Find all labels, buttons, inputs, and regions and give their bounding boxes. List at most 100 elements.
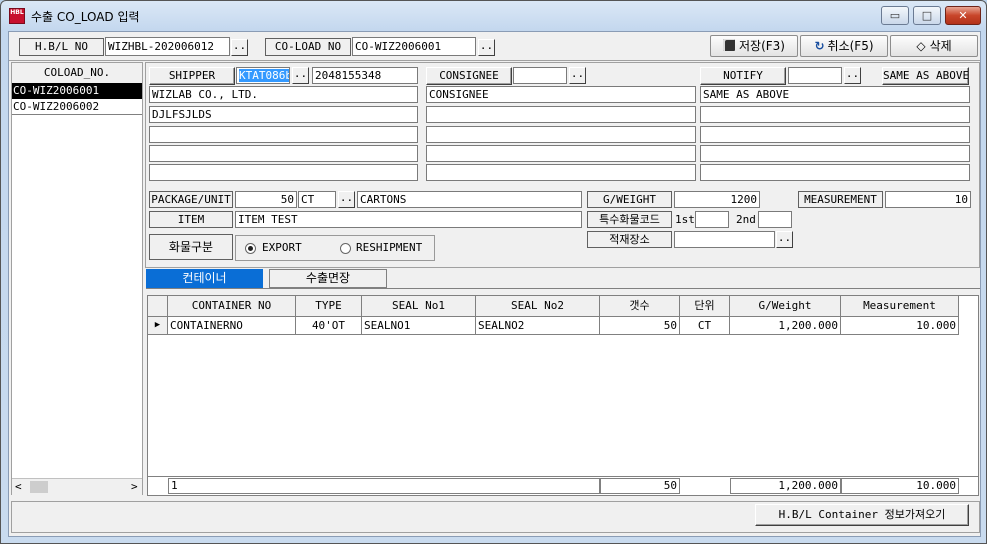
coload-list-item-selected[interactable]: CO-WIZ2006001	[12, 83, 142, 99]
shipper-line-5[interactable]	[149, 164, 418, 181]
delete-button[interactable]: ◇ 삭제	[890, 35, 978, 57]
gweight-label: G/WEIGHT	[587, 191, 672, 208]
col-header-container-no[interactable]: CONTAINER NO	[168, 296, 296, 317]
cell-unit[interactable]: CT	[680, 317, 730, 335]
client-area: H.B/L NO WIZHBL-202006012 .. CO-LOAD NO …	[8, 31, 981, 537]
save-icon	[723, 39, 735, 51]
scroll-right-icon[interactable]: >	[131, 480, 138, 493]
col-header-gweight[interactable]: G/Weight	[730, 296, 841, 317]
export-label: EXPORT	[262, 241, 302, 254]
shipper-search-button[interactable]: ..	[292, 67, 309, 84]
shipper-line-1[interactable]: WIZLAB CO., LTD.	[149, 86, 418, 103]
reshipment-radio[interactable]	[340, 243, 351, 254]
row-marker-icon[interactable]: ▶	[148, 317, 168, 335]
save-label: 저장(F3)	[739, 39, 785, 53]
fetch-hbl-container-button[interactable]: H.B/L Container 정보가져오기	[755, 504, 969, 526]
coload-no-input[interactable]: CO-WIZ2006001	[352, 37, 476, 56]
app-icon: HBL	[9, 8, 25, 24]
cell-measurement[interactable]: 10.000	[841, 317, 959, 335]
consignee-line-2[interactable]	[426, 106, 696, 123]
maximize-button[interactable]: □	[913, 6, 941, 25]
consignee-line-5[interactable]	[426, 164, 696, 181]
special-second-input[interactable]	[758, 211, 792, 228]
coload-search-button[interactable]: ..	[478, 39, 495, 56]
item-input[interactable]: ITEM TEST	[235, 211, 582, 228]
eraser-icon: ◇	[916, 39, 926, 53]
notify-line-1[interactable]: SAME AS ABOVE	[700, 86, 970, 103]
consignee-search-button[interactable]: ..	[569, 67, 586, 84]
cell-qty[interactable]: 50	[600, 317, 680, 335]
cancel-button[interactable]: ↻ 취소(F5)	[800, 35, 888, 57]
cargo-type-label: 화물구분	[149, 234, 233, 260]
col-header-unit[interactable]: 단위	[680, 296, 730, 317]
title-bar[interactable]: HBL 수출 CO_LOAD 입력 ▭ □ ✕	[1, 1, 986, 31]
first-label: 1st	[675, 213, 695, 226]
package-desc-input[interactable]: CARTONS	[357, 191, 582, 208]
same-as-above-button[interactable]: SAME AS ABOVE	[882, 67, 969, 85]
cell-type[interactable]: 40'OT	[296, 317, 362, 335]
consignee-code-input[interactable]	[513, 67, 567, 84]
loading-place-search-button[interactable]: ..	[776, 231, 793, 248]
footer-gweight-total: 1,200.000	[730, 478, 841, 494]
col-header-seal-no1[interactable]: SEAL No1	[362, 296, 476, 317]
loading-place-input[interactable]	[674, 231, 775, 248]
scrollbar-thumb[interactable]	[30, 481, 48, 493]
consignee-line-1[interactable]: CONSIGNEE	[426, 86, 696, 103]
cell-seal-no1[interactable]: SEALNO1	[362, 317, 476, 335]
container-grid: CONTAINER NO TYPE SEAL No1 SEAL No2 갯수 단…	[147, 295, 979, 496]
col-header-measurement[interactable]: Measurement	[841, 296, 959, 317]
notify-line-5[interactable]	[700, 164, 970, 181]
loading-place-label: 적재장소	[587, 231, 672, 248]
item-label: ITEM	[149, 211, 233, 228]
window-title: 수출 CO_LOAD 입력	[31, 10, 140, 24]
scroll-left-icon[interactable]: <	[15, 480, 22, 493]
cell-container-no[interactable]: CONTAINERNO	[168, 317, 296, 335]
tab-container[interactable]: 컨테이너	[146, 269, 263, 288]
coload-list-panel: COLOAD_NO. CO-WIZ2006001 CO-WIZ2006002 <…	[11, 62, 143, 495]
shipper-line-3[interactable]	[149, 126, 418, 143]
col-header-type[interactable]: TYPE	[296, 296, 362, 317]
horizontal-scrollbar[interactable]: < >	[12, 478, 142, 495]
tab-divider	[146, 288, 980, 289]
consignee-label-button[interactable]: CONSIGNEE	[426, 67, 512, 85]
grid-footer-divider	[148, 476, 978, 477]
col-header-seal-no2[interactable]: SEAL No2	[476, 296, 600, 317]
consignee-line-3[interactable]	[426, 126, 696, 143]
second-label: 2nd	[736, 213, 756, 226]
shipper-number-input[interactable]: 2048155348	[312, 67, 418, 84]
footer-qty-total: 50	[600, 478, 680, 494]
hbl-search-button[interactable]: ..	[231, 39, 248, 56]
cell-gweight[interactable]: 1,200.000	[730, 317, 841, 335]
toolbar-divider	[9, 60, 980, 61]
tab-export-license[interactable]: 수출면장	[269, 269, 387, 288]
shipper-label-button[interactable]: SHIPPER	[149, 67, 235, 85]
col-header-qty[interactable]: 갯수	[600, 296, 680, 317]
package-unit-input[interactable]: CT	[298, 191, 336, 208]
close-button[interactable]: ✕	[945, 6, 981, 25]
export-radio[interactable]	[245, 243, 256, 254]
package-unit-label: PACKAGE/UNIT	[149, 191, 233, 208]
hbl-no-input[interactable]: WIZHBL-202006012	[105, 37, 230, 56]
coload-list-item[interactable]: CO-WIZ2006002	[12, 99, 142, 115]
footer-measurement-total: 10.000	[841, 478, 959, 494]
coload-no-label: CO-LOAD NO	[265, 38, 351, 56]
shipper-code-input[interactable]: KTAT086b	[236, 67, 290, 84]
shipper-line-2[interactable]: DJLFSJLDS	[149, 106, 418, 123]
shipper-line-4[interactable]	[149, 145, 418, 162]
notify-line-4[interactable]	[700, 145, 970, 162]
notify-search-button[interactable]: ..	[844, 67, 861, 84]
notify-label-button[interactable]: NOTIFY	[700, 67, 786, 85]
save-button[interactable]: 저장(F3)	[710, 35, 798, 57]
window: HBL 수출 CO_LOAD 입력 ▭ □ ✕ H.B/L NO WIZHBL-…	[0, 0, 987, 544]
measurement-input[interactable]: 10	[885, 191, 971, 208]
notify-code-input[interactable]	[788, 67, 842, 84]
notify-line-2[interactable]	[700, 106, 970, 123]
consignee-line-4[interactable]	[426, 145, 696, 162]
notify-line-3[interactable]	[700, 126, 970, 143]
gweight-input[interactable]: 1200	[674, 191, 760, 208]
special-first-input[interactable]	[695, 211, 729, 228]
cell-seal-no2[interactable]: SEALNO2	[476, 317, 600, 335]
package-qty-input[interactable]: 50	[235, 191, 297, 208]
minimize-button[interactable]: ▭	[881, 6, 909, 25]
package-unit-search-button[interactable]: ..	[338, 191, 355, 208]
